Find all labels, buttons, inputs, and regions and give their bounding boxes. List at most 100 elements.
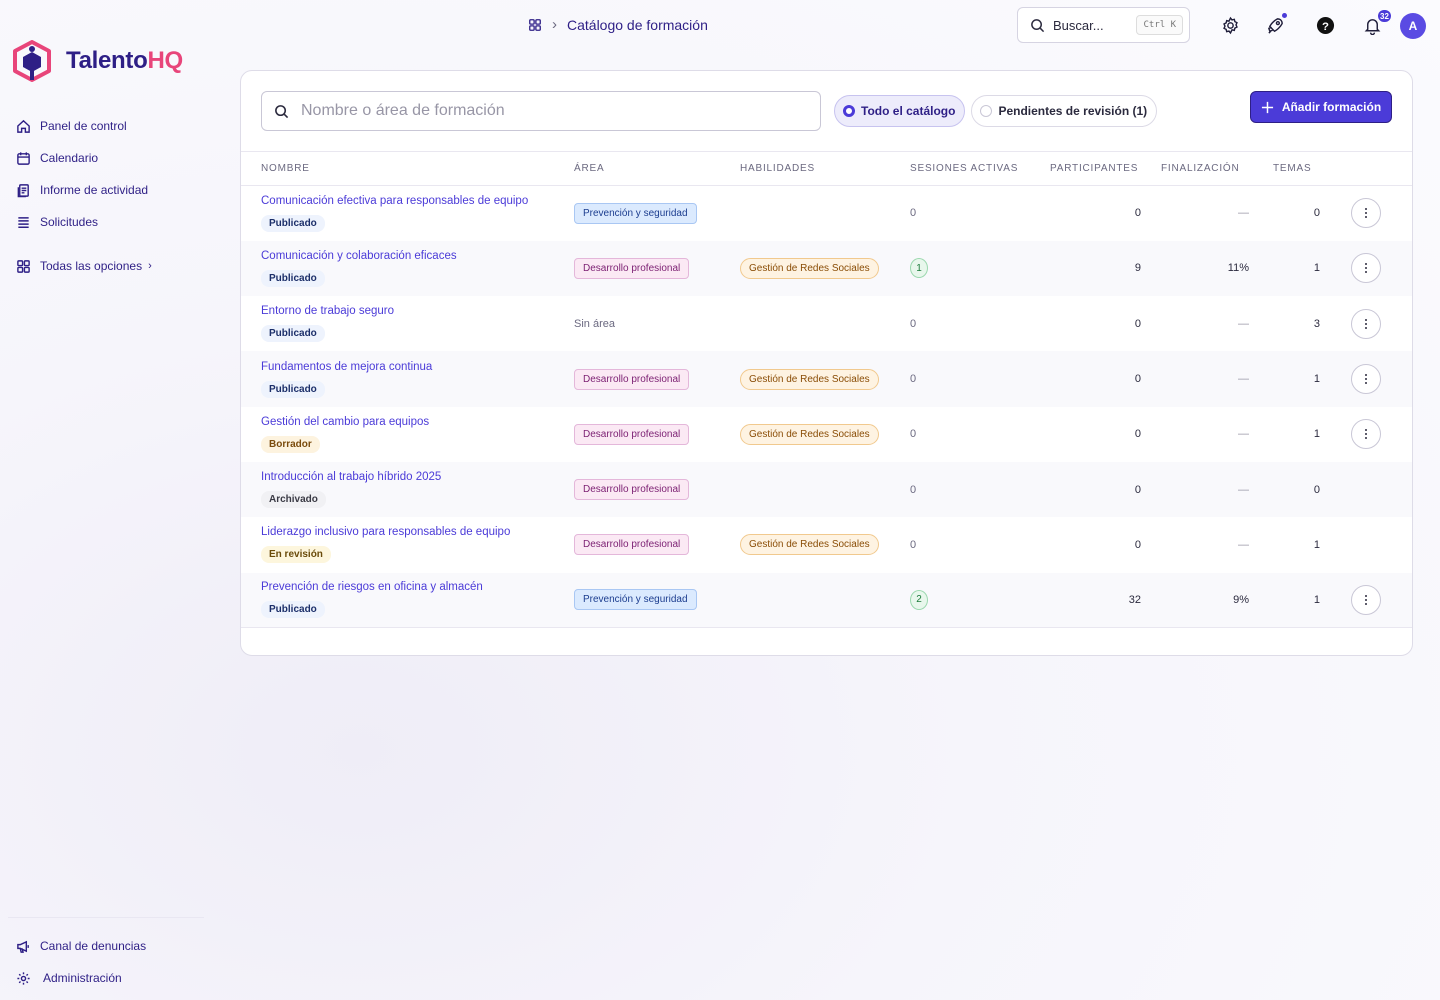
cell-name: Gestión del cambio para equipos Borrador (241, 407, 574, 462)
training-title-link[interactable]: Prevención de riesgos en oficina y almac… (261, 581, 574, 593)
row-actions-button[interactable] (1351, 253, 1381, 284)
training-title-link[interactable]: Fundamentos de mejora continua (261, 361, 574, 373)
catalog-toolbar: Nombre o área de formación Todo el catál… (261, 91, 1392, 131)
notifications-button[interactable]: 32 (1360, 10, 1391, 37)
row-actions-button[interactable] (1351, 198, 1381, 229)
cell-actions (1320, 296, 1412, 351)
status-badge: Publicado (261, 269, 325, 287)
row-actions-button[interactable] (1351, 419, 1381, 450)
search-placeholder: Nombre o área de formación (301, 102, 505, 119)
sessions-value: 0 (910, 483, 917, 496)
segment-pending-review[interactable]: Pendientes de revisión (1) (971, 95, 1158, 127)
training-title-link[interactable]: Comunicación y colaboración eficaces (261, 250, 574, 262)
cell-actions (1320, 186, 1412, 241)
row-actions-button[interactable] (1351, 364, 1381, 395)
cell-area: Desarrollo profesional (574, 517, 740, 572)
row-actions-button[interactable] (1351, 584, 1381, 615)
training-title-link[interactable]: Introducción al trabajo híbrido 2025 (261, 471, 574, 483)
table-row[interactable]: Comunicación y colaboración eficaces Pub… (241, 240, 1412, 297)
training-title-link[interactable]: Liderazgo inclusivo para responsables de… (261, 526, 574, 538)
sidebar-item-whistleblower[interactable]: Canal de denuncias (16, 930, 216, 962)
col-area[interactable]: ÁREA (574, 151, 740, 186)
training-title-link[interactable]: Comunicación efectiva para responsables … (261, 195, 574, 207)
cell-area: Prevención y seguridad (574, 186, 740, 241)
segment-all-catalog[interactable]: Todo el catálogo (834, 95, 966, 127)
cell-sessions: 0 (910, 407, 1028, 462)
table-row[interactable]: Gestión del cambio para equipos Borrador… (241, 407, 1412, 462)
catalog-search-input[interactable]: Nombre o área de formación (261, 91, 821, 131)
cell-sessions: 1 (910, 241, 1028, 296)
launch-button[interactable] (1263, 13, 1287, 37)
more-vertical-icon (1365, 594, 1367, 605)
table-header-row: NOMBRE ÁREA HABILIDADES SESIONES ACTIVAS… (241, 151, 1412, 186)
col-participants[interactable]: PARTICIPANTES (1028, 151, 1141, 186)
training-title-link[interactable]: Gestión del cambio para equipos (261, 416, 574, 428)
sessions-value: 0 (910, 428, 917, 441)
table-row[interactable]: Entorno de trabajo seguro Publicado Sin … (241, 296, 1412, 351)
cell-sessions: 2 (910, 572, 1028, 629)
update-dot (1282, 13, 1287, 18)
settings-button[interactable] (1218, 13, 1242, 37)
sidebar-item-label: Panel de control (40, 119, 127, 133)
catalog-card: Nombre o área de formación Todo el catál… (240, 70, 1413, 656)
sidebar-divider (8, 917, 204, 918)
calendar-icon (17, 151, 30, 165)
add-training-label: Añadir formación (1281, 100, 1382, 114)
table-row[interactable]: Prevención de riesgos en oficina y almac… (241, 572, 1412, 629)
svg-text:?: ? (1322, 20, 1329, 32)
brand-logo[interactable]: TalentoHQ (12, 40, 183, 82)
global-search[interactable]: Buscar... Ctrl K (1017, 7, 1190, 43)
sidebar-item-label: Informe de actividad (40, 183, 149, 197)
cell-area: Desarrollo profesional (574, 407, 740, 462)
cell-name: Comunicación efectiva para responsables … (241, 186, 574, 241)
table-row[interactable]: Liderazgo inclusivo para responsables de… (241, 517, 1412, 572)
table-row[interactable]: Comunicación efectiva para responsables … (241, 186, 1412, 241)
area-tag: Desarrollo profesional (574, 534, 690, 556)
cell-area: Prevención y seguridad (574, 572, 740, 629)
sidebar-item-calendar[interactable]: Calendario (16, 142, 216, 174)
breadcrumb: › Catálogo de formación (528, 16, 708, 33)
sidebar-nav: Panel de control Calendario Informe de a… (16, 110, 216, 282)
table-row[interactable]: Introducción al trabajo híbrido 2025 Arc… (241, 461, 1412, 518)
table-row[interactable]: Fundamentos de mejora continua Publicado… (241, 351, 1412, 407)
cell-participants: 0 (1134, 483, 1141, 496)
radio-unselected-icon (980, 105, 993, 117)
cell-sessions: 0 (910, 517, 1028, 572)
cell-area: Desarrollo profesional (574, 462, 740, 517)
col-sessions[interactable]: SESIONES ACTIVAS (910, 151, 1028, 186)
cell-participants: 0 (1134, 317, 1141, 330)
row-actions-button[interactable] (1351, 308, 1381, 339)
sidebar-item-admin[interactable]: Administración (16, 962, 216, 994)
sidebar-item-requests[interactable]: Solicitudes (16, 206, 216, 238)
add-training-button[interactable]: Añadir formación (1250, 91, 1392, 123)
plus-icon (1261, 101, 1273, 113)
sidebar-item-report[interactable]: Informe de actividad (16, 174, 216, 206)
more-vertical-icon (1365, 208, 1367, 219)
sidebar-item-all-options[interactable]: Todas las opciones › (16, 250, 216, 282)
cell-completion: 9% (1141, 572, 1249, 629)
training-title-link[interactable]: Entorno de trabajo seguro (261, 305, 574, 317)
col-topics[interactable]: TEMAS (1249, 151, 1320, 186)
grid-icon (17, 259, 30, 273)
cell-skills (740, 462, 910, 517)
cell-name: Liderazgo inclusivo para responsables de… (241, 517, 574, 572)
avatar[interactable]: A (1400, 13, 1426, 39)
grid-icon[interactable] (528, 18, 542, 32)
more-vertical-icon (1365, 263, 1367, 274)
status-badge: Publicado (261, 214, 325, 232)
home-icon (17, 119, 30, 133)
col-completion[interactable]: FINALIZACIÓN (1141, 151, 1249, 186)
area-tag: Prevención y seguridad (574, 202, 697, 224)
cell-area: Sin área (574, 296, 740, 351)
radio-selected-icon (843, 105, 855, 117)
sidebar-item-panel[interactable]: Panel de control (16, 110, 216, 142)
cell-participants: 0 (1134, 538, 1141, 551)
skill-tag: Gestión de Redes Sociales (740, 534, 879, 556)
col-skills[interactable]: HABILIDADES (740, 151, 910, 186)
col-name[interactable]: NOMBRE (241, 151, 574, 186)
sessions-badge: 1 (910, 258, 928, 279)
cell-topics: 1 (1249, 572, 1320, 629)
help-button[interactable]: ? (1313, 13, 1337, 37)
cell-actions (1320, 407, 1412, 462)
cell-topics: 1 (1313, 428, 1320, 441)
